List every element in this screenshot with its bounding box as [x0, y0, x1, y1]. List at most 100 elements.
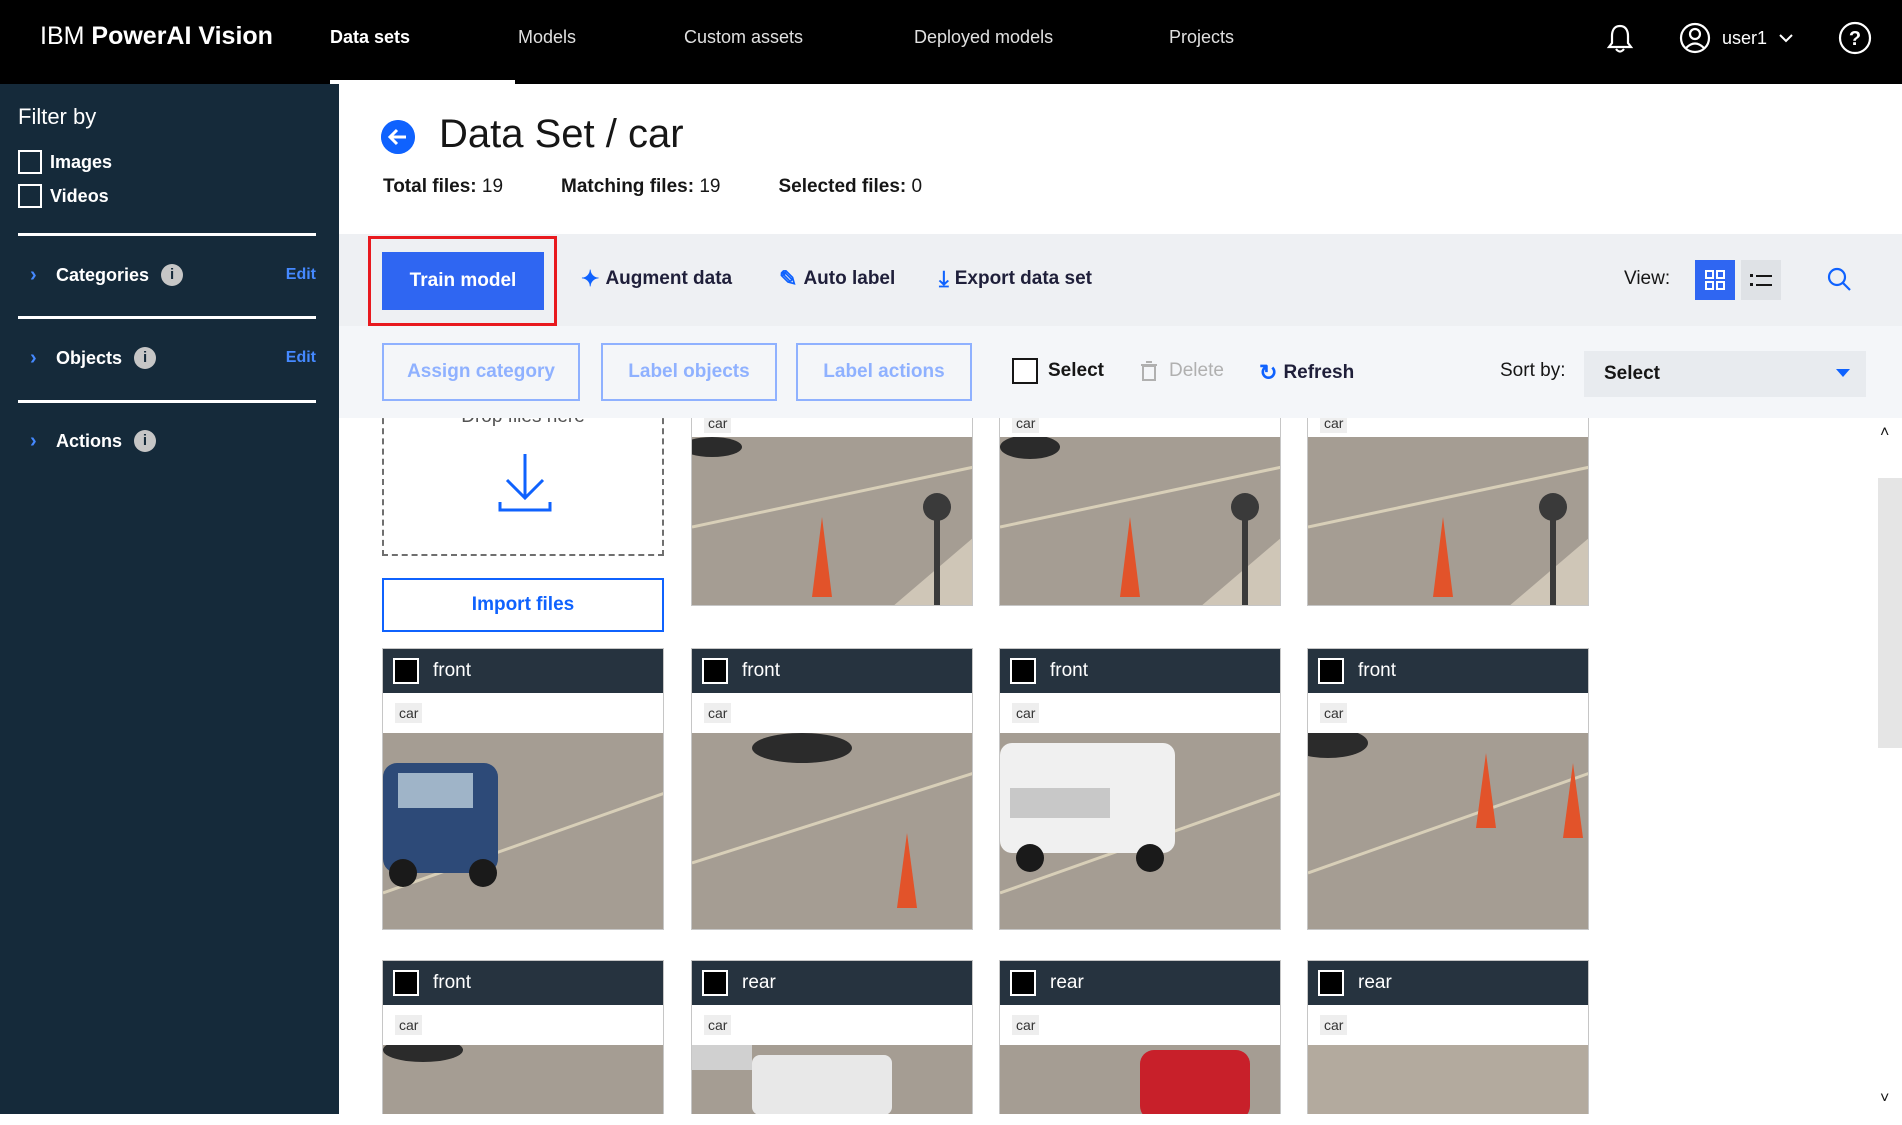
image-card[interactable]: front car: [691, 648, 973, 930]
train-model-button[interactable]: Train model: [382, 252, 544, 310]
user-menu[interactable]: user1: [1678, 20, 1795, 56]
select-all[interactable]: Select: [1012, 358, 1104, 384]
card-checkbox[interactable]: [1010, 970, 1036, 996]
road-scene-image: [692, 437, 972, 605]
image-card[interactable]: car: [999, 418, 1281, 606]
label-actions-button[interactable]: Label actions: [796, 343, 972, 401]
caret-down-icon: [1836, 369, 1850, 377]
section-actions[interactable]: › Actions i: [30, 426, 316, 456]
image-card[interactable]: front car: [382, 648, 664, 930]
filter-sidebar: Filter by Images Videos › Categories i E…: [0, 84, 339, 1114]
sparkle-icon: ✦: [581, 266, 600, 291]
label-objects-button[interactable]: Label objects: [601, 343, 777, 401]
info-icon[interactable]: i: [134, 347, 157, 369]
export-data-set-button[interactable]: ⤓ Export data set: [939, 266, 1092, 292]
augment-data-button[interactable]: ✦ Augment data: [581, 266, 732, 292]
download-arrow-icon: [498, 454, 552, 512]
help-icon[interactable]: ?: [1837, 20, 1873, 56]
page-title: Data Set / car: [439, 112, 684, 156]
nav-deployed-models[interactable]: Deployed models: [914, 0, 1053, 84]
section-categories[interactable]: › Categories i Edit: [30, 260, 316, 290]
filter-images[interactable]: Images: [18, 150, 112, 174]
import-files-button[interactable]: Import files: [382, 578, 664, 632]
card-checkbox[interactable]: [1318, 658, 1344, 684]
truck-image: [1000, 733, 1280, 929]
scroll-up-icon[interactable]: ˄: [1880, 424, 1889, 442]
image-thumbnail[interactable]: [1000, 437, 1280, 605]
list-view-icon[interactable]: [1741, 260, 1781, 300]
nav-models[interactable]: Models: [330, 0, 576, 84]
nav-projects[interactable]: Projects: [1169, 0, 1234, 84]
filter-label: Images: [50, 151, 113, 172]
app-brand[interactable]: IBM PowerAI Vision: [40, 22, 273, 51]
checkbox[interactable]: [18, 150, 42, 174]
road-scene-image: [1308, 1045, 1588, 1114]
search-icon[interactable]: [1822, 262, 1858, 298]
tag: car: [395, 1015, 423, 1035]
delete-button[interactable]: Delete: [1139, 360, 1224, 382]
card-checkbox[interactable]: [1318, 970, 1344, 996]
image-thumbnail[interactable]: [383, 733, 663, 929]
image-card[interactable]: rear car: [691, 960, 973, 1114]
stat-total: Total files: 19: [383, 176, 504, 197]
divider: [18, 316, 316, 319]
image-card[interactable]: car: [1307, 418, 1589, 606]
main-content: Data Set / car Total files: 19 Matching …: [339, 84, 1902, 1114]
chevron-right-icon: ›: [30, 263, 37, 286]
grid-scrollbar[interactable]: ˄ ˅: [1875, 418, 1902, 1114]
image-thumbnail[interactable]: [1308, 733, 1588, 929]
select-all-checkbox[interactable]: [1012, 358, 1038, 384]
image-thumbnail[interactable]: [1000, 1045, 1280, 1114]
filter-videos[interactable]: Videos: [18, 184, 109, 208]
refresh-icon: ↻: [1259, 360, 1278, 385]
image-thumbnail[interactable]: [692, 1045, 972, 1114]
assign-category-button[interactable]: Assign category: [382, 343, 580, 401]
drop-zone[interactable]: Drop files here: [382, 418, 664, 556]
image-card[interactable]: front car: [1307, 648, 1589, 930]
section-objects[interactable]: › Objects i Edit: [30, 343, 316, 373]
back-arrow-icon[interactable]: [381, 120, 415, 154]
image-thumbnail[interactable]: [383, 1045, 663, 1114]
info-icon[interactable]: i: [134, 430, 157, 452]
image-thumbnail[interactable]: [692, 437, 972, 605]
nav-custom-assets[interactable]: Custom assets: [684, 0, 803, 84]
notification-bell-icon[interactable]: [1602, 20, 1638, 56]
image-card[interactable]: front car: [382, 960, 664, 1114]
tool-label: Augment data: [605, 268, 733, 289]
image-card[interactable]: rear car: [999, 960, 1281, 1114]
card-checkbox[interactable]: [393, 970, 419, 996]
info-icon[interactable]: i: [161, 264, 184, 286]
image-card[interactable]: car: [691, 418, 973, 606]
image-thumbnail[interactable]: [692, 733, 972, 929]
scroll-down-icon[interactable]: ˅: [1880, 1090, 1889, 1108]
pickup-truck-image: [692, 1045, 972, 1114]
card-checkbox[interactable]: [702, 970, 728, 996]
card-header: rear: [1000, 961, 1280, 1005]
image-thumbnail[interactable]: [1000, 733, 1280, 929]
checkbox[interactable]: [18, 184, 42, 208]
category-label: front: [1358, 660, 1397, 681]
card-tags: car: [383, 693, 663, 733]
scroll-thumb[interactable]: [1878, 478, 1902, 748]
image-card[interactable]: front car: [999, 648, 1281, 930]
edit-categories-link[interactable]: Edit: [286, 266, 316, 284]
tag: car: [1012, 418, 1040, 433]
divider: [18, 233, 316, 236]
section-label: Categories: [56, 264, 150, 285]
tag: car: [704, 1015, 732, 1035]
card-checkbox[interactable]: [1010, 658, 1036, 684]
file-grid: Drop files here Import files car: [339, 418, 1875, 1114]
edit-objects-link[interactable]: Edit: [286, 349, 316, 367]
category-label: rear: [742, 972, 776, 993]
refresh-button[interactable]: ↻ Refresh: [1259, 360, 1354, 386]
image-thumbnail[interactable]: [1308, 437, 1588, 605]
sort-dropdown[interactable]: Select: [1584, 351, 1866, 397]
delete-label: Delete: [1169, 360, 1224, 381]
auto-label-button[interactable]: ✎ Auto label: [779, 266, 895, 292]
card-tags: car: [1000, 1005, 1280, 1045]
grid-view-icon[interactable]: [1695, 260, 1735, 300]
card-checkbox[interactable]: [702, 658, 728, 684]
image-card[interactable]: rear car: [1307, 960, 1589, 1114]
image-thumbnail[interactable]: [1308, 1045, 1588, 1114]
card-checkbox[interactable]: [393, 658, 419, 684]
